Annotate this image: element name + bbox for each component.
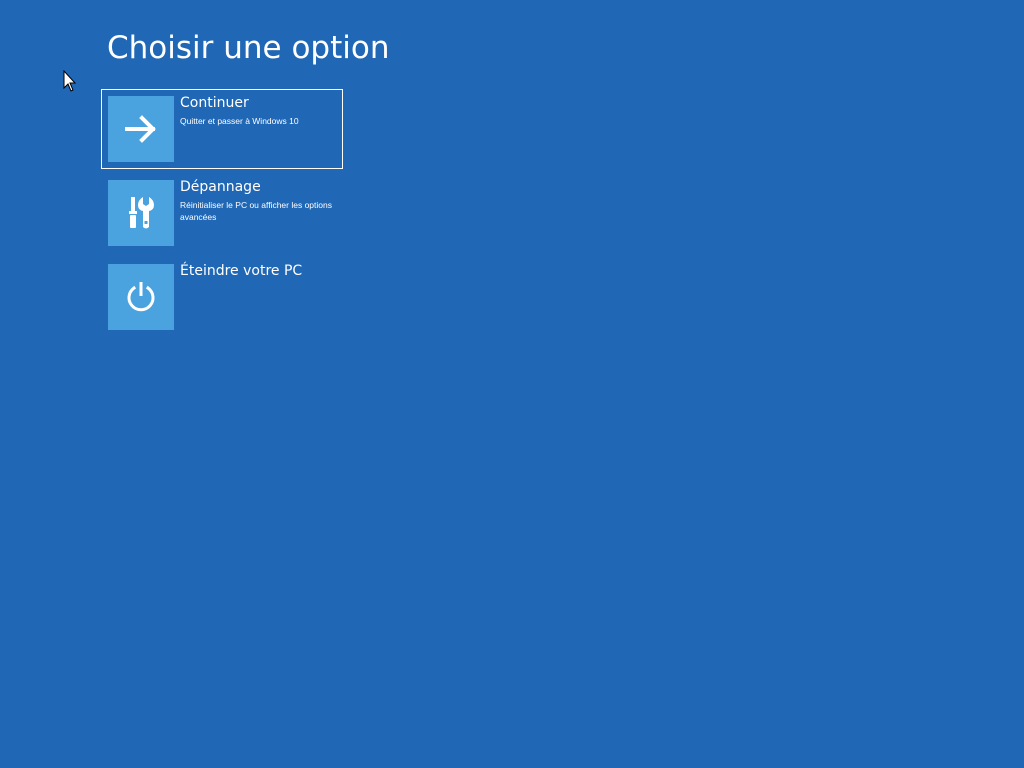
continue-option[interactable]: Continuer Quitter et passer à Windows 10 [101,89,343,169]
page-title: Choisir une option [107,30,390,66]
troubleshoot-description: Réinitialiser le PC ou afficher les opti… [180,200,332,222]
troubleshoot-title: Dépannage [180,179,261,195]
continue-title: Continuer [180,95,249,111]
mouse-pointer-icon [63,70,77,92]
shutdown-option[interactable]: Éteindre votre PC [101,257,343,337]
arrow-right-icon [125,115,156,143]
continue-tile[interactable] [108,96,174,162]
shutdown-title: Éteindre votre PC [180,263,303,279]
recovery-screen: Choisir une option Continuer Quitter et … [0,0,1024,768]
troubleshoot-tile[interactable] [108,180,174,246]
shutdown-tile[interactable] [108,264,174,330]
power-icon [127,282,155,312]
continue-description: Quitter et passer à Windows 10 [180,116,299,126]
troubleshoot-option[interactable]: Dépannage Réinitialiser le PC ou affiche… [101,173,343,253]
tools-icon [129,197,154,229]
